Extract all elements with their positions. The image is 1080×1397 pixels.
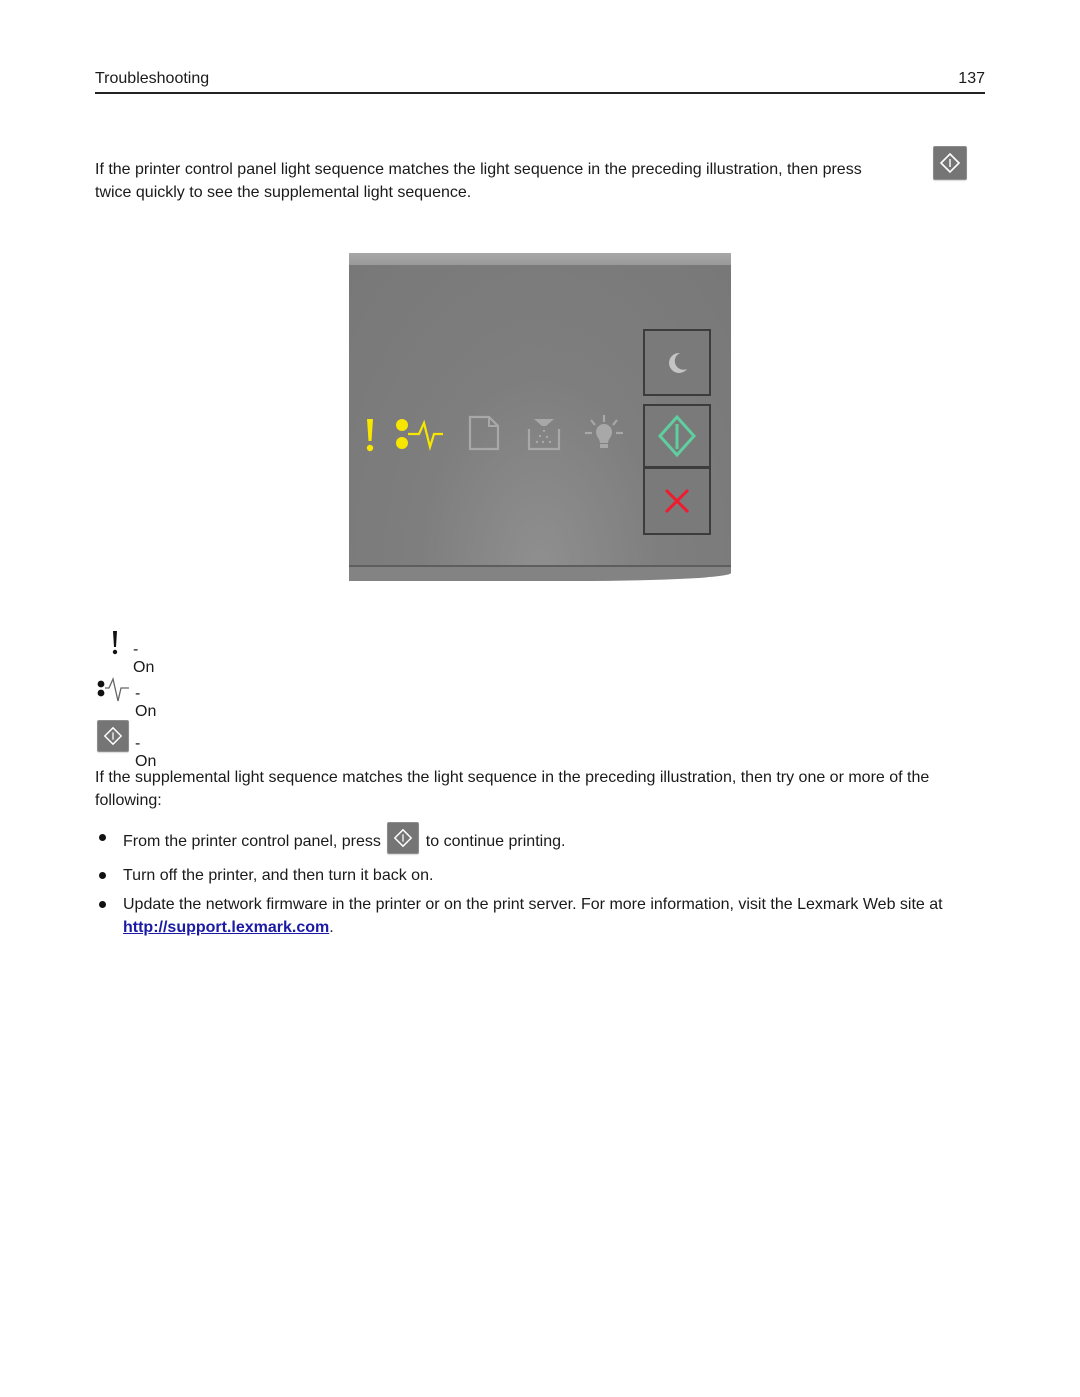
legend-label: - On <box>133 641 155 676</box>
list-item: From the printer control panel, press to… <box>95 822 985 858</box>
printer-control-panel-illustration <box>349 253 731 581</box>
intro-paragraph: If the printer control panel light seque… <box>95 146 985 204</box>
exclamation-icon <box>112 631 118 655</box>
start-button-inline <box>387 822 420 854</box>
list-item: Turn off the printer, and then turn it b… <box>95 864 985 887</box>
panel-bottom-lip <box>349 565 731 581</box>
stop-x-icon <box>664 488 690 514</box>
bullet-dot <box>99 901 106 908</box>
action-list: From the printer control panel, press to… <box>95 822 985 945</box>
bullet-text-after: to continue printing. <box>425 833 566 851</box>
start-diamond-icon <box>394 828 413 848</box>
bullet-text-before: From the printer control panel, press <box>123 833 381 851</box>
start-button-inline <box>933 146 967 180</box>
start-diamond-icon <box>103 726 123 746</box>
bullet-dot <box>99 872 106 879</box>
paper-jam-icon <box>396 419 443 451</box>
support-link[interactable]: http://support.lexmark.com <box>123 919 329 936</box>
lightbulb-icon <box>585 415 623 448</box>
bullet-text-before: Update the network firmware in the print… <box>123 896 943 913</box>
bullet-dot <box>99 834 106 841</box>
section-title: Troubleshooting <box>95 70 210 87</box>
paper-sheet-icon <box>468 415 500 451</box>
page-header: Troubleshooting 137 <box>95 68 985 94</box>
paper-jam-icon <box>97 677 129 702</box>
start-button <box>643 404 711 468</box>
start-button-legend <box>97 720 129 752</box>
page-number: 137 <box>958 70 985 87</box>
sleep-button <box>643 329 711 396</box>
followup-paragraph: If the supplemental light sequence match… <box>95 769 930 809</box>
bullet-text-after: . <box>329 919 334 936</box>
bullet-text: Turn off the printer, and then turn it b… <box>123 867 434 884</box>
start-diamond-icon <box>657 414 697 458</box>
panel-top-edge <box>349 253 731 265</box>
stop-button <box>643 467 711 535</box>
intro-text-before: If the printer control panel light seque… <box>95 161 862 178</box>
legend-label: - On <box>135 685 157 720</box>
moon-icon <box>669 352 687 373</box>
toner-icon <box>527 419 561 451</box>
intro-text-after: twice quickly to see the supplemental li… <box>95 184 472 201</box>
start-diamond-icon <box>939 152 961 174</box>
list-item: Update the network firmware in the print… <box>95 893 985 939</box>
exclamation-icon <box>366 419 374 452</box>
